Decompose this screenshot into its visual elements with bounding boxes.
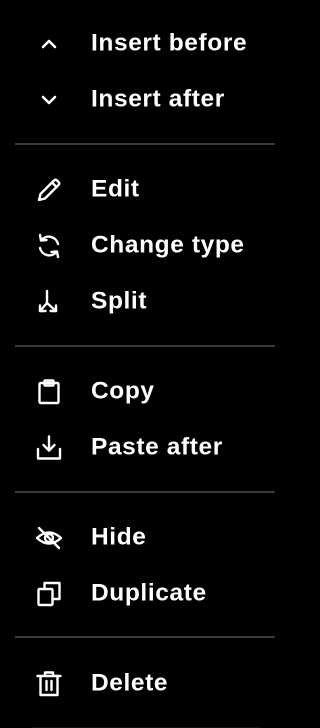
clipboard-icon (32, 375, 66, 409)
chevron-up-icon (32, 27, 66, 61)
delete-menu-item[interactable]: Delete (0, 658, 292, 710)
insert-after-label: Insert after (91, 85, 225, 113)
copy-label: Copy (91, 377, 155, 405)
duplicate-icon (32, 577, 66, 611)
menu-divider (15, 345, 275, 347)
split-arrows-icon (32, 285, 66, 319)
eye-off-icon (32, 521, 66, 555)
insert-after-menu-item[interactable]: Insert after (0, 74, 292, 126)
paste-after-menu-item[interactable]: Paste after (0, 422, 292, 474)
insert-before-menu-item[interactable]: Insert before (0, 18, 292, 70)
menu-divider (15, 636, 275, 638)
download-tray-icon (32, 431, 66, 465)
hide-menu-item[interactable]: Hide (0, 512, 292, 564)
trash-icon (32, 667, 66, 701)
refresh-icon (32, 229, 66, 263)
change-type-menu-item[interactable]: Change type (0, 220, 292, 272)
split-label: Split (91, 287, 148, 315)
delete-label: Delete (91, 669, 169, 697)
copy-menu-item[interactable]: Copy (0, 366, 292, 418)
duplicate-menu-item[interactable]: Duplicate (0, 568, 292, 620)
chevron-down-icon (32, 83, 66, 117)
edit-label: Edit (91, 175, 140, 203)
menu-divider (15, 143, 275, 145)
pencil-icon (32, 173, 66, 207)
duplicate-label: Duplicate (91, 579, 207, 607)
menu-divider (15, 491, 275, 493)
split-menu-item[interactable]: Split (0, 276, 292, 328)
edit-menu-item[interactable]: Edit (0, 164, 292, 216)
paste-after-label: Paste after (91, 433, 223, 461)
insert-before-label: Insert before (91, 29, 248, 57)
change-type-label: Change type (91, 231, 245, 259)
context-menu: Insert before Insert after Edit Change t… (0, 0, 292, 728)
hide-label: Hide (91, 523, 147, 551)
